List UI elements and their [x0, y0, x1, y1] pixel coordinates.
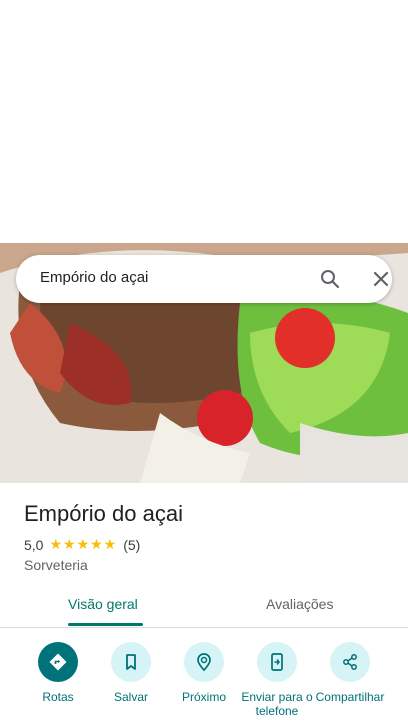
save-button[interactable]: Salvar: [93, 642, 169, 726]
star-rating-icon: ★★★★★: [49, 536, 118, 552]
close-icon[interactable]: [369, 267, 393, 291]
place-category[interactable]: Sorveteria: [24, 557, 88, 573]
tab-divider: [0, 627, 408, 628]
nearby-label: Próximo: [181, 690, 226, 704]
rating-value: 5,0: [24, 536, 44, 553]
directions-icon: [38, 642, 78, 682]
bookmark-icon: [111, 642, 151, 682]
search-bar[interactable]: Empório do açai: [16, 255, 392, 303]
tab-overview[interactable]: Visão geral: [68, 596, 138, 612]
send-to-phone-icon: [257, 642, 297, 682]
nearby-icon: [184, 642, 224, 682]
tab-reviews[interactable]: Avaliações: [266, 596, 333, 612]
tab-selected-indicator: [68, 623, 143, 626]
directions-button[interactable]: Rotas: [20, 642, 96, 726]
send-to-phone-button[interactable]: Enviar para o telefone: [239, 642, 315, 726]
save-label: Salvar: [113, 690, 148, 704]
share-label: Compartilhar: [315, 690, 385, 704]
share-icon: [330, 642, 370, 682]
search-icon[interactable]: [318, 267, 342, 291]
map-area: [0, 0, 408, 243]
send-to-phone-label: Enviar para o telefone: [241, 690, 313, 718]
search-query-text[interactable]: Empório do açai: [40, 269, 148, 286]
review-count[interactable]: (5): [123, 537, 140, 553]
share-button[interactable]: Compartilhar: [312, 642, 388, 726]
rating-row[interactable]: 5,0 ★★★★★ (5): [24, 536, 140, 553]
directions-label: Rotas: [42, 690, 74, 704]
nearby-button[interactable]: Próximo: [166, 642, 242, 726]
place-title: Empório do açai: [24, 501, 183, 526]
